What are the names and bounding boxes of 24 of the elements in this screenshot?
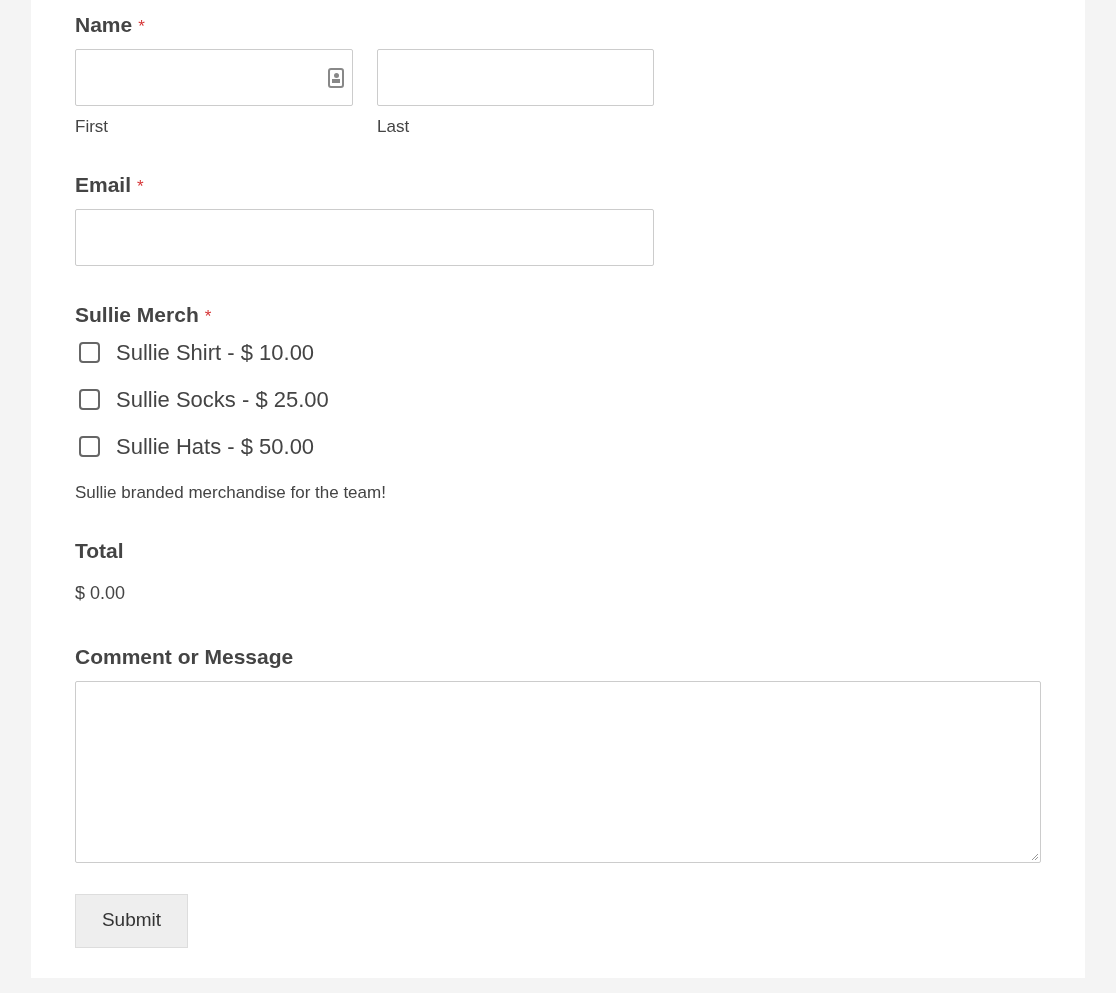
checkbox[interactable] bbox=[79, 435, 100, 457]
checkbox[interactable] bbox=[79, 388, 100, 410]
contact-card-icon[interactable] bbox=[328, 67, 344, 88]
sublabel: First bbox=[75, 115, 110, 138]
text-input-field[interactable] bbox=[75, 48, 353, 106]
checkbox-label[interactable]: Sullie Socks - $ 25.00 bbox=[116, 382, 329, 416]
submit-button[interactable]: Submit bbox=[75, 893, 188, 948]
field-label: Name bbox=[75, 12, 133, 38]
checkbox-label[interactable]: Sullie Hats - $ 50.00 bbox=[116, 429, 315, 463]
required-asterisk: * bbox=[137, 176, 144, 198]
field-label: Comment or Message bbox=[75, 644, 294, 670]
field-description: Sullie branded merchandise for the team! bbox=[75, 482, 387, 504]
sublabel: Last bbox=[377, 115, 411, 138]
text-input-field[interactable] bbox=[377, 48, 654, 106]
checkbox[interactable] bbox=[79, 341, 100, 363]
field-label: Sullie Merch bbox=[75, 301, 199, 328]
email-input-field[interactable] bbox=[75, 208, 654, 266]
field-label: Total bbox=[75, 537, 124, 564]
required-asterisk: * bbox=[138, 16, 145, 38]
required-asterisk: * bbox=[204, 305, 212, 328]
checkbox-label[interactable]: Sullie Shirt - $ 10.00 bbox=[116, 335, 315, 369]
total-amount: $ 0.00 bbox=[75, 582, 127, 605]
field-label: Email bbox=[75, 172, 132, 198]
resize-handle-icon[interactable] bbox=[1031, 852, 1038, 860]
